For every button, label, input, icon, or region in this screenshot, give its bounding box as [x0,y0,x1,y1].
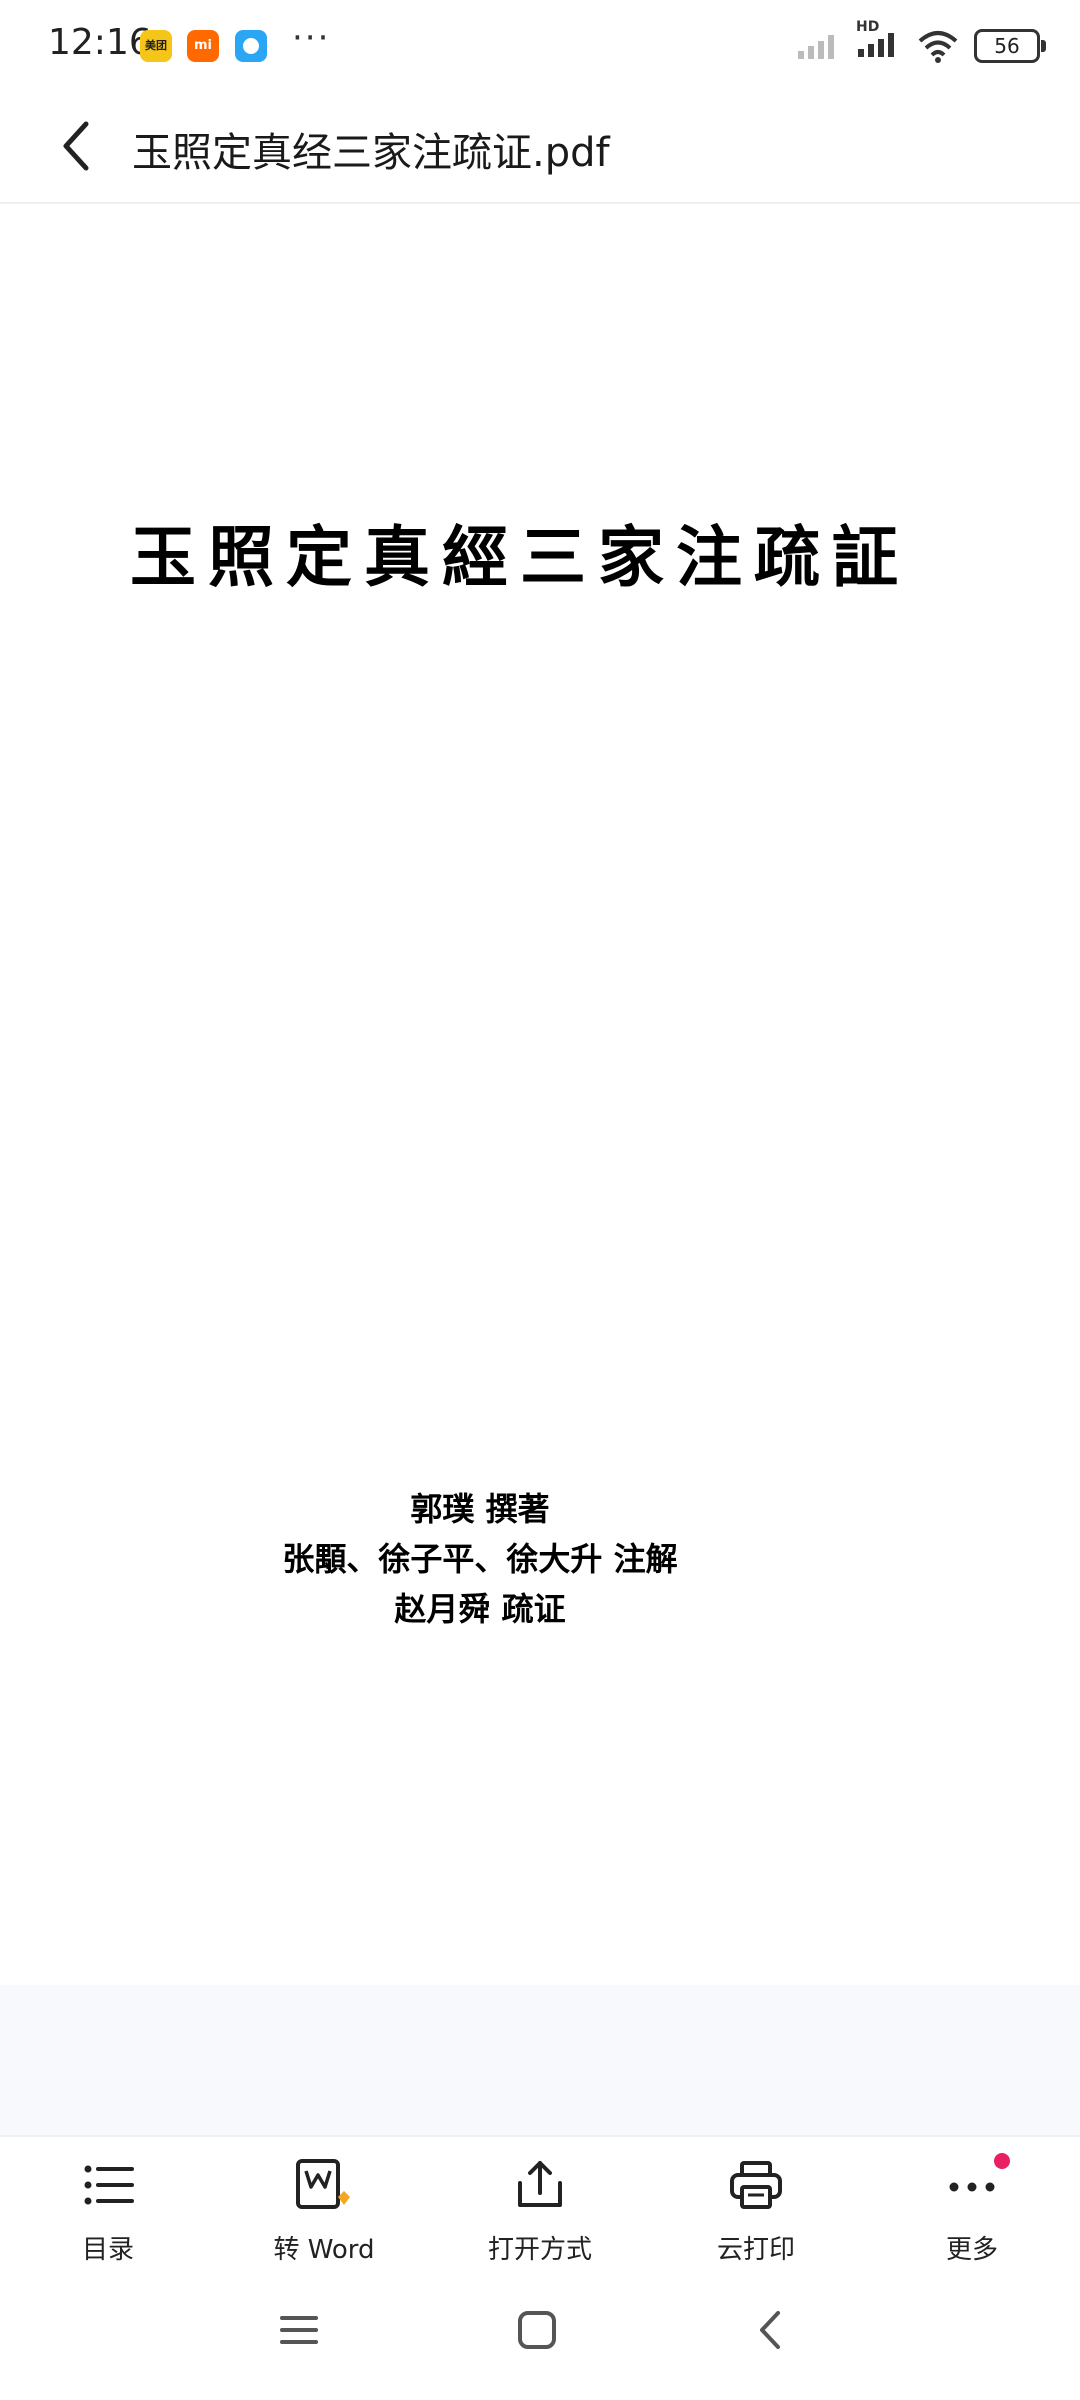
mi-app-icon: mi [187,30,219,62]
list-icon [84,2165,134,2205]
chevron-left-icon [63,121,89,171]
notification-dot [994,2153,1010,2169]
back-button[interactable] [50,116,110,176]
meituan-app-icon: 美团 [140,30,172,62]
open-with-label: 打开方式 [487,2235,592,2265]
more-notifications-icon: ··· [292,18,331,58]
recent-apps-button[interactable] [276,2307,322,2357]
credit-author: 郭璞 撰著 [410,1490,550,1528]
credit-commentator: 赵月舜 疏证 [394,1590,566,1628]
word-convert-icon [296,2159,350,2209]
status-time: 12:16 [48,22,152,63]
menu-icon [280,2316,318,2344]
system-back-button[interactable] [748,2307,794,2357]
home-button[interactable] [514,2307,560,2357]
network-type: HD [856,19,880,35]
home-icon [518,2311,556,2349]
more-label: 更多 [945,2235,998,2265]
file-title: 玉照定真经三家注疏证.pdf [132,130,610,176]
toc-label: 目录 [81,2235,134,2265]
chat-app-icon [235,30,267,62]
share-icon [518,2161,562,2207]
status-bar: 12:16 美团 mi ··· HD 56 [0,0,1080,90]
system-nav-bar [0,2275,1080,2400]
open-with-button[interactable]: 打开方式 [432,2137,648,2277]
credit-annotators: 张顒、徐子平、徐大升 注解 [282,1540,678,1578]
document-title: 玉照定真經三家注疏証 [130,518,910,596]
more-icon [949,2182,995,2192]
cloud-print-button[interactable]: 云打印 [648,2137,864,2277]
wifi-icon [918,31,958,63]
page-separator [0,1985,1080,2135]
print-icon [730,2161,782,2209]
toc-button[interactable]: 目录 [0,2137,216,2277]
app-header: 玉照定真经三家注疏证.pdf [0,90,1080,204]
battery-indicator: 56 [974,29,1046,63]
convert-word-button[interactable]: 转 Word [216,2137,432,2277]
document-credits: 郭璞 撰著 张顒、徐子平、徐大升 注解 赵月舜 疏证 [0,1484,960,1634]
more-button[interactable]: 更多 [864,2137,1080,2277]
pdf-page[interactable]: 玉照定真經三家注疏証 郭璞 撰著 张顒、徐子平、徐大升 注解 赵月舜 疏证 [0,204,1080,1984]
hd-signal-icon: HD [856,19,902,63]
bottom-toolbar: 目录 转 Word 打开方式 云打印 更多 [0,2135,1080,2277]
convert-word-label: 转 Word [273,2235,375,2265]
signal-icon [798,35,834,59]
back-icon [760,2311,780,2349]
cloud-print-label: 云打印 [716,2235,795,2265]
